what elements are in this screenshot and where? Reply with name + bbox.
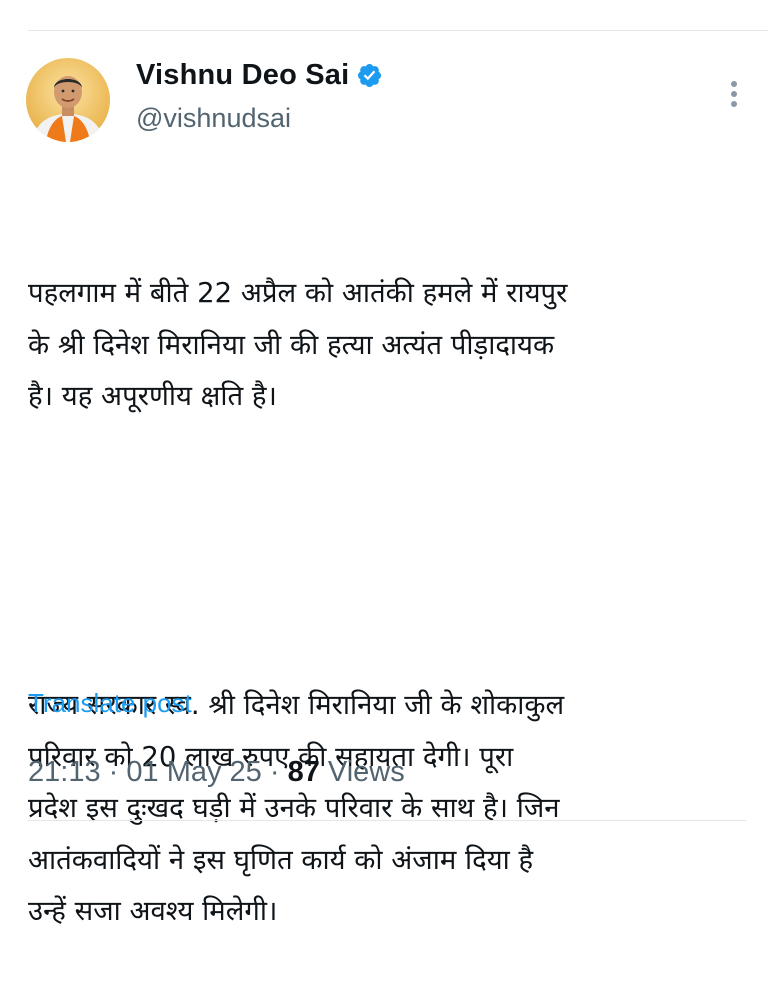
top-divider bbox=[28, 30, 768, 31]
translate-post-link[interactable]: Translate post bbox=[28, 688, 192, 719]
verified-badge-icon bbox=[358, 63, 382, 88]
post-paragraph-1: पहलगाम में बीते 22 अप्रैल को आतंकी हमले … bbox=[28, 277, 568, 412]
meta-separator: · bbox=[269, 756, 280, 788]
avatar[interactable] bbox=[26, 58, 110, 142]
views-label: Views bbox=[327, 756, 405, 788]
bottom-divider bbox=[28, 820, 746, 821]
meta-separator: · bbox=[108, 756, 119, 788]
views-count[interactable]: 87 bbox=[288, 756, 320, 788]
author-name[interactable]: Vishnu Deo Sai bbox=[136, 59, 349, 92]
author-name-row[interactable]: Vishnu Deo Sai bbox=[136, 59, 383, 92]
post-text: पहलगाम में बीते 22 अप्रैल को आतंकी हमले … bbox=[28, 165, 758, 989]
post-meta: 21:13 · 01 May 25 · 87 Views bbox=[28, 756, 405, 789]
more-options-button[interactable] bbox=[722, 78, 746, 110]
avatar-photo-icon bbox=[26, 58, 110, 142]
more-vertical-icon bbox=[731, 81, 737, 107]
post-date[interactable]: 01 May 25 bbox=[126, 756, 261, 788]
post-time[interactable]: 21:13 bbox=[28, 756, 101, 788]
author-handle[interactable]: @vishnudsai bbox=[136, 103, 291, 134]
